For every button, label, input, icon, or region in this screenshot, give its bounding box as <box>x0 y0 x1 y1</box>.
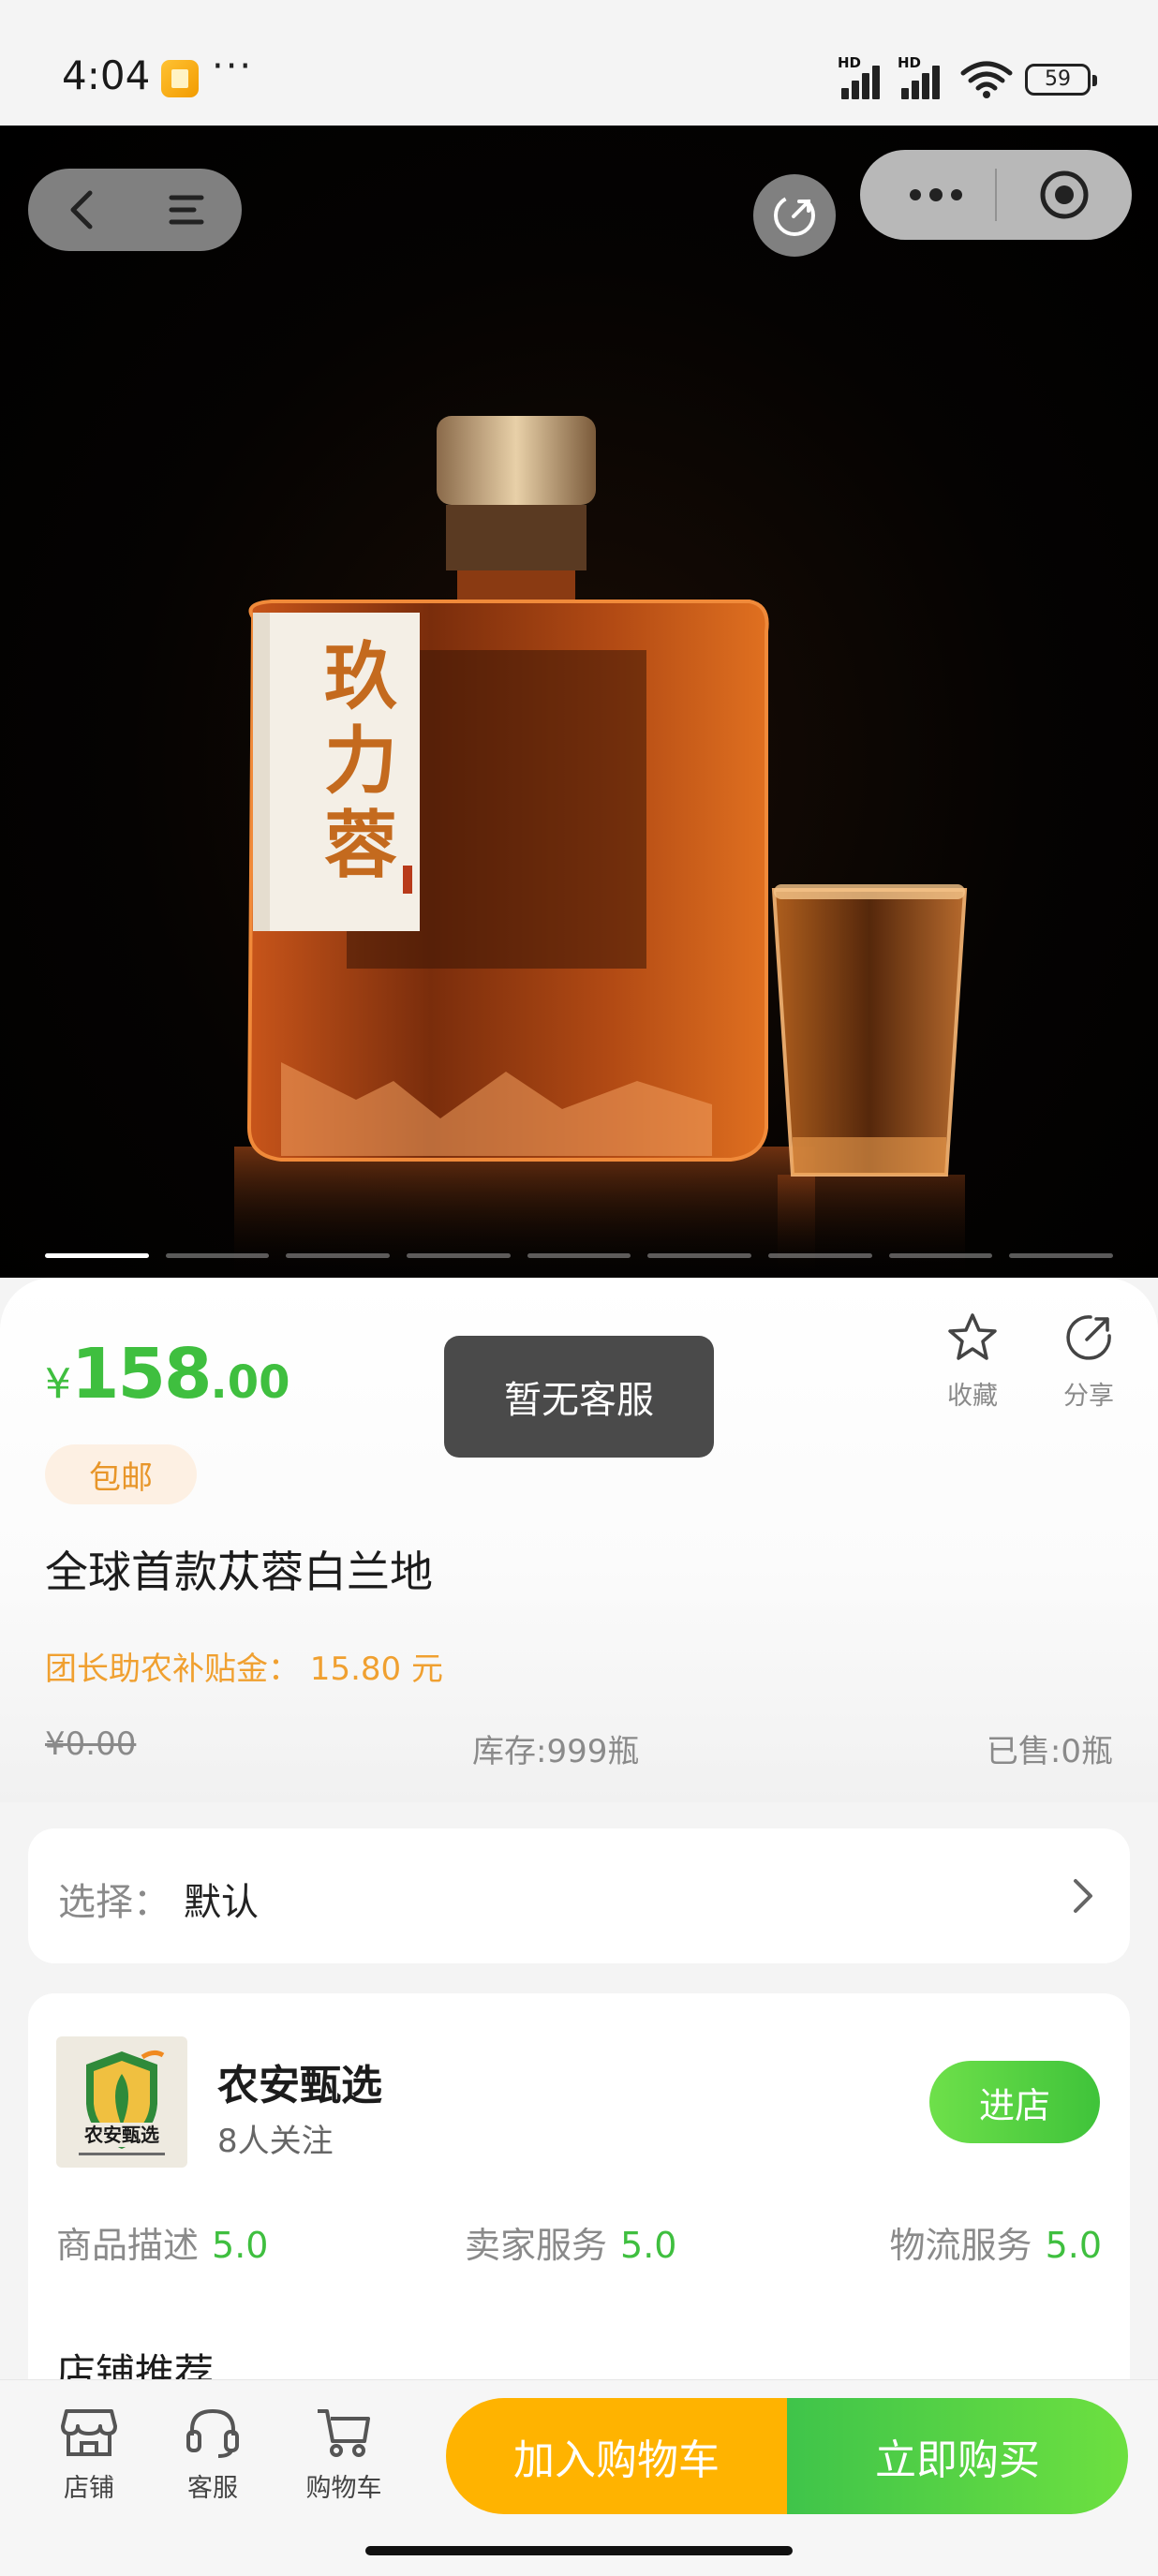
headset-icon <box>186 2408 239 2458</box>
notification-app-icon <box>161 60 199 97</box>
tab-store[interactable]: 店铺 <box>37 2406 141 2504</box>
store-logo[interactable]: 农安甄选 <box>56 2036 187 2168</box>
product-image-carousel[interactable]: 玖 力 蓉 <box>0 126 1158 1278</box>
carousel-dot[interactable] <box>768 1253 872 1258</box>
more-notifications-icon: ··· <box>212 45 254 88</box>
tab-customer-service-label: 客服 <box>187 2474 238 2503</box>
carousel-dot[interactable] <box>647 1253 752 1258</box>
free-shipping-badge: 包邮 <box>45 1444 197 1504</box>
price-currency: ¥ <box>45 1360 71 1408</box>
rating-description: 商品描述 5.0 <box>56 2216 268 2268</box>
add-to-cart-button[interactable]: 加入购物车 <box>446 2398 787 2514</box>
more-icon[interactable] <box>881 157 991 232</box>
carousel-dot[interactable] <box>527 1253 631 1258</box>
share-button[interactable]: 分享 <box>1053 1311 1124 1412</box>
price-integer: 158 <box>71 1334 212 1414</box>
battery-icon: 59 <box>1025 64 1097 96</box>
carousel-indicator <box>45 1253 1114 1259</box>
toast-message: 暂无客服 <box>444 1336 714 1458</box>
label-char-2: 力 <box>324 718 397 804</box>
store-icon <box>61 2409 117 2456</box>
chevron-right-icon <box>1074 1879 1092 1913</box>
tab-cart[interactable]: 购物车 <box>292 2406 395 2504</box>
status-time: 4:04 <box>62 52 151 98</box>
subsidy-text: 团长助农补贴金： 15.80 元 <box>45 1651 443 1688</box>
wifi-icon <box>960 61 1013 98</box>
store-name: 农安甄选 <box>217 2062 382 2110</box>
share-circle-icon[interactable] <box>753 174 836 257</box>
share-label: 分享 <box>1063 1382 1114 1411</box>
rating-label: 商品描述 <box>56 2225 200 2266</box>
original-price: ¥0.00 <box>45 1725 137 1763</box>
carousel-dot[interactable] <box>1009 1253 1114 1258</box>
product-photo: 玖 力 蓉 <box>234 416 968 1278</box>
label-char-3: 蓉 <box>324 803 397 888</box>
select-label: 选择： <box>58 1881 171 1924</box>
share-icon <box>1066 1315 1111 1360</box>
rating-value: 5.0 <box>1045 2225 1102 2266</box>
rating-logistics: 物流服务 5.0 <box>890 2216 1102 2268</box>
status-bar: 4:04 ··· HD HD 59 <box>0 0 1158 126</box>
star-icon <box>948 1313 997 1360</box>
buy-now-button[interactable]: 立即购买 <box>787 2398 1128 2514</box>
enter-store-button[interactable]: 进店 <box>929 2061 1100 2143</box>
favorite-label: 收藏 <box>947 1382 998 1411</box>
store-logo-text: 农安甄选 <box>83 2124 159 2146</box>
signal-icon: HD <box>838 54 890 99</box>
product-title: 全球首款苁蓉白兰地 <box>45 1547 433 1597</box>
home-indicator <box>365 2546 793 2555</box>
carousel-dot[interactable] <box>888 1253 993 1258</box>
close-miniprogram-icon[interactable] <box>1012 157 1117 232</box>
price: ¥158.00 <box>45 1334 290 1414</box>
capsule-divider <box>995 169 997 221</box>
rating-service: 卖家服务 5.0 <box>465 2216 676 2268</box>
signal-icon-2: HD <box>898 54 950 99</box>
store-followers: 8人关注 <box>217 2123 334 2160</box>
cart-icon <box>318 2409 370 2457</box>
tab-customer-service[interactable]: 客服 <box>161 2406 264 2504</box>
spec-select-row[interactable]: 选择： 默认 <box>28 1828 1130 1963</box>
sold-count: 已售:0瓶 <box>986 1733 1113 1770</box>
favorite-button[interactable]: 收藏 <box>937 1311 1008 1412</box>
carousel-dot[interactable] <box>286 1253 391 1258</box>
price-decimal: .00 <box>210 1356 290 1409</box>
hd-label: HD <box>838 54 862 71</box>
carousel-dot[interactable] <box>165 1253 270 1258</box>
rating-value: 5.0 <box>212 2225 269 2266</box>
menu-icon[interactable] <box>156 178 217 242</box>
select-value: 默认 <box>184 1881 259 1924</box>
tab-cart-label: 购物车 <box>305 2474 382 2503</box>
label-char-1: 玖 <box>324 634 397 719</box>
tab-store-label: 店铺 <box>64 2474 114 2503</box>
carousel-dot[interactable] <box>407 1253 511 1258</box>
back-icon[interactable] <box>51 178 112 242</box>
rating-label: 物流服务 <box>889 2225 1032 2266</box>
rating-label: 卖家服务 <box>465 2225 608 2266</box>
stock-count: 库存:999瓶 <box>472 1733 640 1770</box>
hd-label-2: HD <box>898 54 922 71</box>
carousel-dot[interactable] <box>45 1253 149 1258</box>
store-ratings: 商品描述 5.0 卖家服务 5.0 物流服务 5.0 <box>56 2216 1102 2266</box>
rating-value: 5.0 <box>620 2225 677 2266</box>
